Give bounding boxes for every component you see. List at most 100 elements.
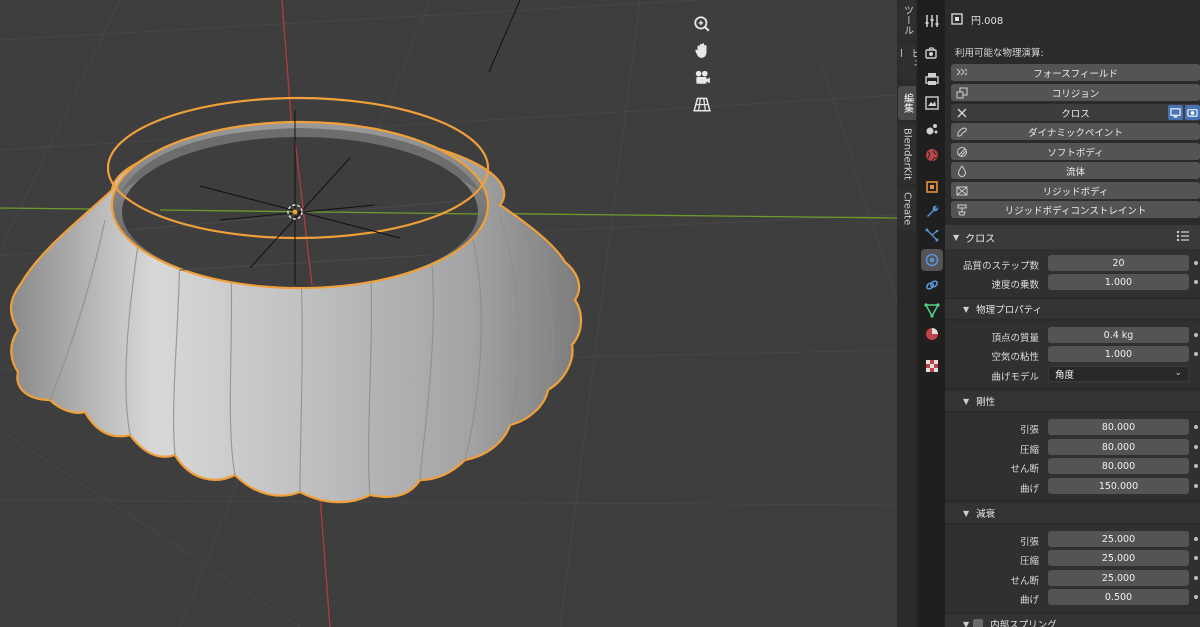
bending-model-label: 曲げモデル [991,372,1039,383]
keyframe-dot[interactable] [1194,280,1198,284]
physics-icon[interactable] [921,249,943,271]
dynamic-paint-button[interactable]: ダイナミックペイント [951,123,1200,140]
physical-properties-title: 物理プロパティ [976,305,1043,316]
bending-model-value: 角度 [1055,370,1075,381]
keyframe-dot[interactable] [1194,261,1198,265]
scene-icon[interactable] [921,118,943,140]
keyframe-dot[interactable] [1194,576,1198,580]
rigid-body-label: リジッドボディ [1042,186,1109,198]
fluid-button[interactable]: 流体 [951,162,1200,179]
damping-header[interactable]: ▼ 減衰 [945,503,1200,523]
cloth-mesh-object[interactable] [10,96,583,504]
rigid-constraint-icon [955,203,968,216]
damping-compression-field[interactable]: 25.000 [1048,550,1189,566]
texture-icon[interactable] [921,355,943,377]
object-properties-icon[interactable] [921,176,943,198]
constraints-icon[interactable] [921,274,943,296]
physical-properties-header[interactable]: ▼ 物理プロパティ [945,299,1200,319]
keyframe-dot[interactable] [1194,445,1198,449]
world-icon[interactable] [921,144,943,166]
collapse-triangle-icon[interactable]: ▼ [963,305,969,314]
keyframe-dot[interactable] [1194,425,1198,429]
cloth-panel-header[interactable]: ▼ クロス [945,225,1200,249]
air-viscosity-field[interactable]: 1.000 [1048,346,1189,362]
close-icon[interactable] [955,106,968,119]
zoom-icon[interactable] [690,12,714,36]
pan-hand-icon[interactable] [690,38,714,62]
collapse-triangle-icon[interactable]: ▼ [953,233,959,242]
stiffness-shear-field[interactable]: 80.000 [1048,458,1189,474]
rigid-constraint-button[interactable]: リジッドボディコンストレイント [951,201,1200,218]
rigid-body-button[interactable]: リジッドボディ [951,182,1200,199]
rigid-body-icon [955,184,968,197]
damping-tension-field[interactable]: 25.000 [1048,531,1189,547]
fluid-label: 流体 [1065,166,1085,178]
keyframe-dot[interactable] [1194,556,1198,560]
particles-icon[interactable] [921,224,943,246]
keyframe-dot[interactable] [1194,484,1198,488]
stiffness-bending-label: 曲げ [1019,484,1039,495]
view-layer-icon[interactable] [921,92,943,114]
dynamic-paint-label: ダイナミックペイント [1028,127,1123,139]
tab-edit[interactable]: 編集 [898,86,916,120]
stiffness-title: 剛性 [976,397,996,408]
damping-bending-field[interactable]: 0.500 [1048,589,1189,605]
damping-shear-field[interactable]: 25.000 [1048,570,1189,586]
collision-button[interactable]: コリジョン [951,84,1200,101]
collapse-triangle-icon[interactable]: ▼ [963,397,969,406]
collapse-triangle-icon[interactable]: ▼ [963,509,969,518]
collision-icon [955,86,968,99]
mesh-data-icon[interactable] [921,299,943,321]
quality-steps-field[interactable]: 20 [1048,255,1189,271]
cloth-panel-title: クロス [965,233,996,245]
soft-body-button[interactable]: ソフトボディ [951,143,1200,160]
speed-multiplier-field[interactable]: 1.000 [1048,274,1189,290]
camera-view-icon[interactable] [690,65,714,89]
internal-springs-checkbox[interactable] [973,619,984,627]
modifier-wrench-icon[interactable] [921,200,943,222]
tab-create[interactable]: Create [898,188,916,230]
viewport-display-icon[interactable] [1168,105,1183,120]
cloth-toggle-button[interactable]: クロス [951,104,1200,121]
bending-model-select[interactable]: 角度 ⌄ [1048,366,1189,382]
damping-title: 減衰 [976,509,996,520]
vertex-mass-label: 頂点の質量 [991,333,1039,344]
stiffness-compression-label: 圧縮 [1019,445,1039,456]
internal-springs-header[interactable]: ▼ 内部スプリング [945,614,1200,627]
quality-steps-label: 品質のステップ数 [962,261,1039,272]
damping-tension-label: 引張 [1019,537,1039,548]
physics-available-label: 利用可能な物理演算: [955,48,1044,59]
keyframe-dot[interactable] [1194,333,1198,337]
keyframe-dot[interactable] [1194,537,1198,541]
3d-viewport[interactable] [0,0,897,627]
stiffness-tension-field[interactable]: 80.000 [1048,419,1189,435]
collision-label: コリジョン [1051,88,1100,100]
soft-body-icon [955,145,968,158]
tab-blenderkit[interactable]: BlenderKit [898,124,916,184]
force-field-button[interactable]: フォースフィールド [951,64,1200,81]
presets-list-icon[interactable] [1176,230,1190,242]
stiffness-header[interactable]: ▼ 剛性 [945,391,1200,411]
keyframe-dot[interactable] [1194,352,1198,356]
stiffness-compression-field[interactable]: 80.000 [1048,439,1189,455]
damping-bending-label: 曲げ [1019,595,1039,606]
material-icon[interactable] [921,323,943,345]
vertex-mass-field[interactable]: 0.4 kg [1048,327,1189,343]
render-camera-icon[interactable] [1185,105,1200,120]
perspective-grid-icon[interactable] [690,92,714,116]
collapse-triangle-icon[interactable]: ▼ [963,620,969,627]
keyframe-dot[interactable] [1194,595,1198,599]
fluid-icon [955,164,968,177]
tool-settings-icon[interactable] [921,10,943,32]
tab-view[interactable]: ビュー [894,44,920,80]
mesh-object-icon [951,13,963,25]
viewport-scene[interactable] [0,0,897,627]
stiffness-bending-field[interactable]: 150.000 [1048,478,1189,494]
output-icon[interactable] [921,68,943,90]
keyframe-dot[interactable] [1194,464,1198,468]
render-icon[interactable] [921,42,943,64]
speed-multiplier-label: 速度の乗数 [991,280,1039,291]
force-field-label: フォースフィールド [1033,68,1118,80]
damping-shear-label: せん断 [1010,576,1039,587]
tab-tool[interactable]: ツール [898,0,916,40]
